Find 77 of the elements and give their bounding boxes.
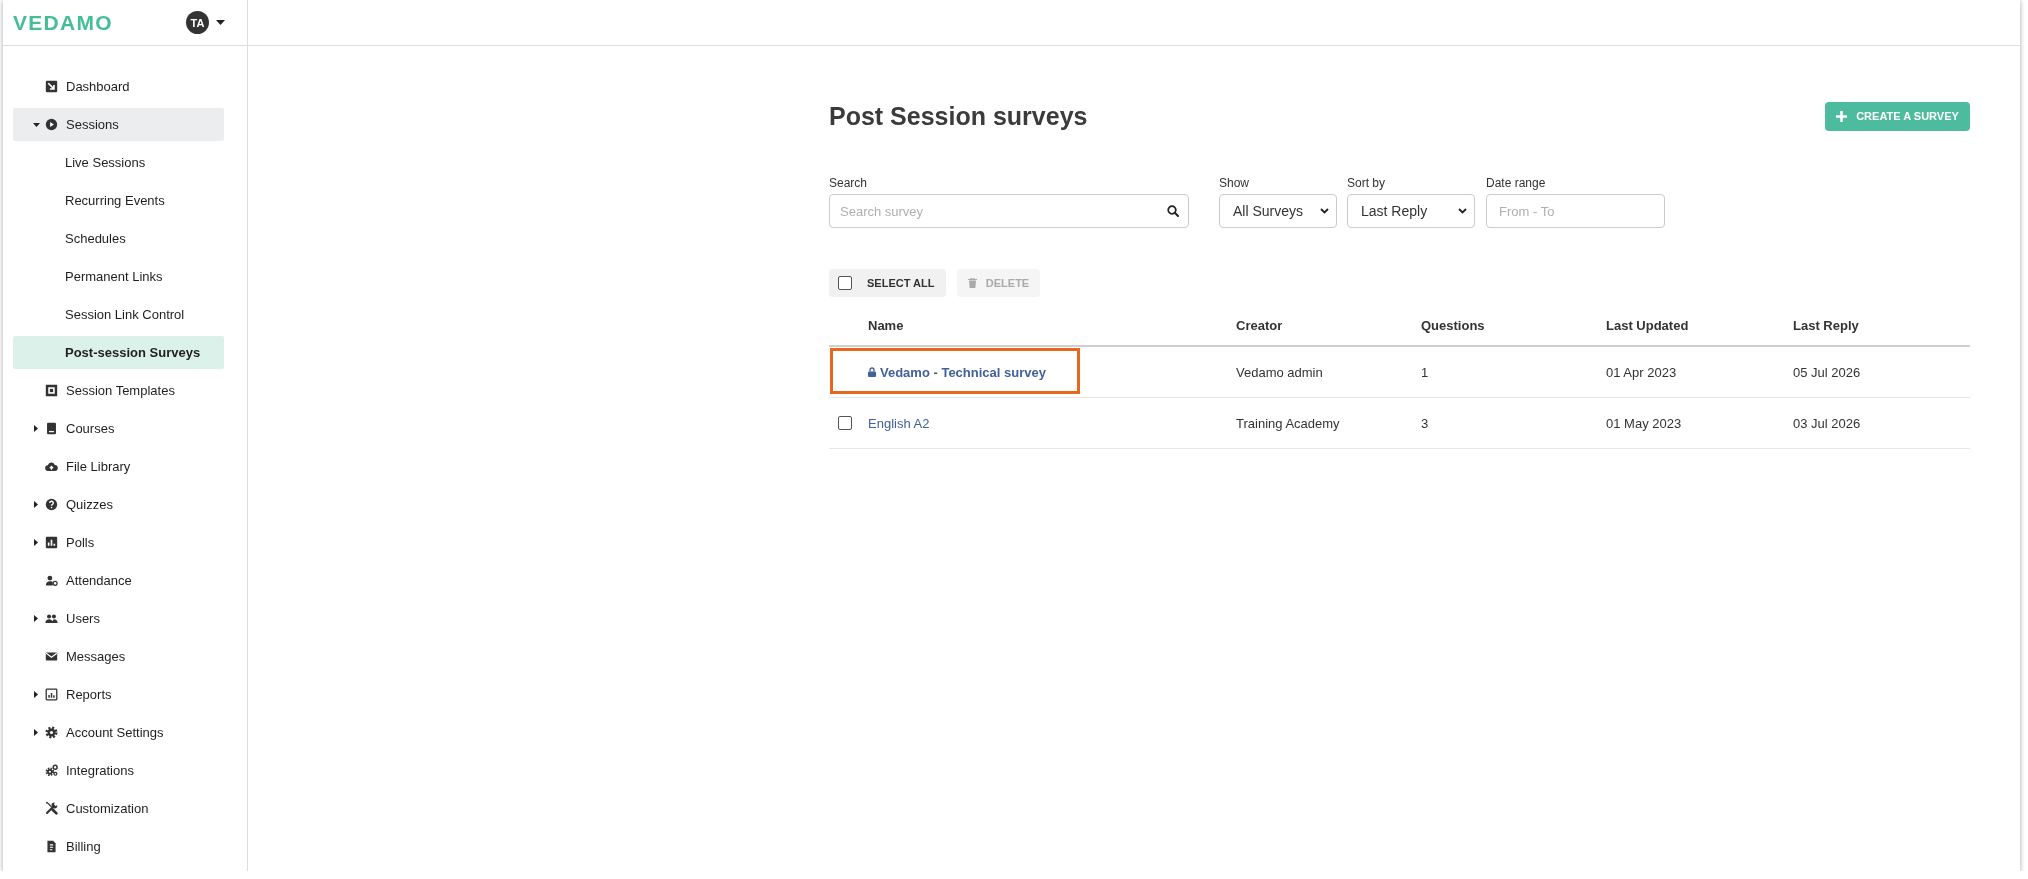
gears-icon: [45, 764, 58, 777]
sidebar-item[interactable]: Dashboard: [13, 70, 224, 103]
trash-icon: [967, 278, 977, 288]
chart-square-icon: [45, 688, 58, 701]
sidebar-item[interactable]: Courses: [13, 412, 224, 445]
table-cell-text: 03 Jul 2026: [1793, 415, 1862, 431]
table-cell-text: 1: [1421, 364, 1430, 380]
people-icon: [45, 612, 58, 625]
show-select[interactable]: All Surveys: [1219, 194, 1337, 228]
wrench-screwdriver-icon: [45, 802, 58, 815]
question-circle-icon: [45, 498, 58, 511]
bar-chart-icon: [45, 536, 58, 549]
field-label: Date range: [1486, 176, 1547, 190]
page-title: Post Session surveys: [829, 101, 1088, 132]
field-label: Show: [1219, 176, 1251, 190]
survey-link[interactable]: Vedamo - Technical survey: [880, 364, 1046, 380]
sidebar-item[interactable]: Polls: [13, 526, 224, 559]
envelope-icon: [45, 650, 58, 663]
table-cell-text: 3: [1421, 415, 1430, 431]
sidebar-item[interactable]: Users: [13, 602, 224, 635]
sidebar-item[interactable]: Customization: [13, 792, 224, 825]
column-header[interactable]: Last Updated: [1606, 317, 1793, 333]
arrow-square-icon: [45, 80, 58, 93]
caret-down-icon[interactable]: [216, 20, 225, 25]
sidebar-item[interactable]: Messages: [13, 640, 224, 673]
sidebar-subitem[interactable]: Live Sessions: [13, 146, 224, 179]
sidebar-item[interactable]: Attendance: [13, 564, 224, 597]
sort-select[interactable]: Last Reply: [1347, 194, 1475, 228]
table-cell-text: 01 May 2023: [1606, 415, 1683, 431]
sidebar-subitem[interactable]: Permanent Links: [13, 260, 224, 293]
sidebar-item[interactable]: Sessions: [13, 108, 224, 141]
column-header[interactable]: Creator: [1236, 317, 1421, 333]
date-range-field[interactable]: From - To: [1486, 194, 1665, 228]
caret-right-icon[interactable]: [34, 691, 38, 698]
sidebar-subitem[interactable]: Session Link Control: [13, 298, 224, 331]
sidebar-subitem[interactable]: Post-session Surveys: [13, 336, 224, 369]
table-cell-text: 01 Apr 2023: [1606, 364, 1678, 380]
caret-right-icon[interactable]: [34, 615, 38, 622]
cloud-upload-icon: [45, 460, 58, 473]
book-icon: [45, 422, 58, 435]
sidebar-item[interactable]: Account Settings: [13, 716, 224, 749]
chevron-down-icon: [1320, 208, 1329, 214]
play-circle-icon: [45, 118, 58, 131]
invoice-icon: [45, 840, 58, 853]
person-clock-icon: [45, 574, 58, 587]
sidebar-item[interactable]: Billing: [13, 830, 224, 863]
field-label: Sort by: [1347, 176, 1386, 190]
sidebar-item[interactable]: Session Templates: [13, 374, 224, 407]
search-icon[interactable]: [1167, 205, 1179, 217]
column-header[interactable]: Name: [868, 317, 1236, 333]
table-cell-text: Training Academy: [1236, 415, 1341, 431]
survey-link[interactable]: English A2: [868, 415, 930, 431]
sidebar-subitem[interactable]: Recurring Events: [13, 184, 224, 217]
caret-down-icon[interactable]: [32, 122, 40, 127]
table-cell-text: Vedamo admin: [1236, 364, 1324, 380]
column-header[interactable]: Questions: [1421, 317, 1606, 333]
frame-icon: [45, 384, 58, 397]
caret-right-icon[interactable]: [34, 425, 38, 432]
sidebar-subitem[interactable]: Schedules: [13, 222, 224, 255]
sidebar-item[interactable]: File Library: [13, 450, 224, 483]
table-cell-text: 05 Jul 2026: [1793, 364, 1862, 380]
column-header[interactable]: Last Reply: [1793, 317, 1970, 333]
search-field[interactable]: Search survey: [829, 194, 1189, 228]
plus-icon: [1836, 110, 1848, 122]
sidebar-item[interactable]: Quizzes: [13, 488, 224, 521]
avatar[interactable]: TA: [186, 11, 209, 34]
field-label: Search: [829, 176, 869, 190]
caret-right-icon[interactable]: [34, 501, 38, 508]
chevron-down-icon: [1458, 208, 1467, 214]
caret-right-icon[interactable]: [34, 539, 38, 546]
settings-icon: [45, 726, 58, 739]
caret-right-icon[interactable]: [34, 729, 38, 736]
sidebar-item[interactable]: Integrations: [13, 754, 224, 787]
checkbox[interactable]: [838, 276, 852, 290]
sidebar-item[interactable]: Reports: [13, 678, 224, 711]
row-checkbox[interactable]: [838, 416, 852, 430]
select-all-button[interactable]: SELECT ALL: [829, 269, 946, 297]
